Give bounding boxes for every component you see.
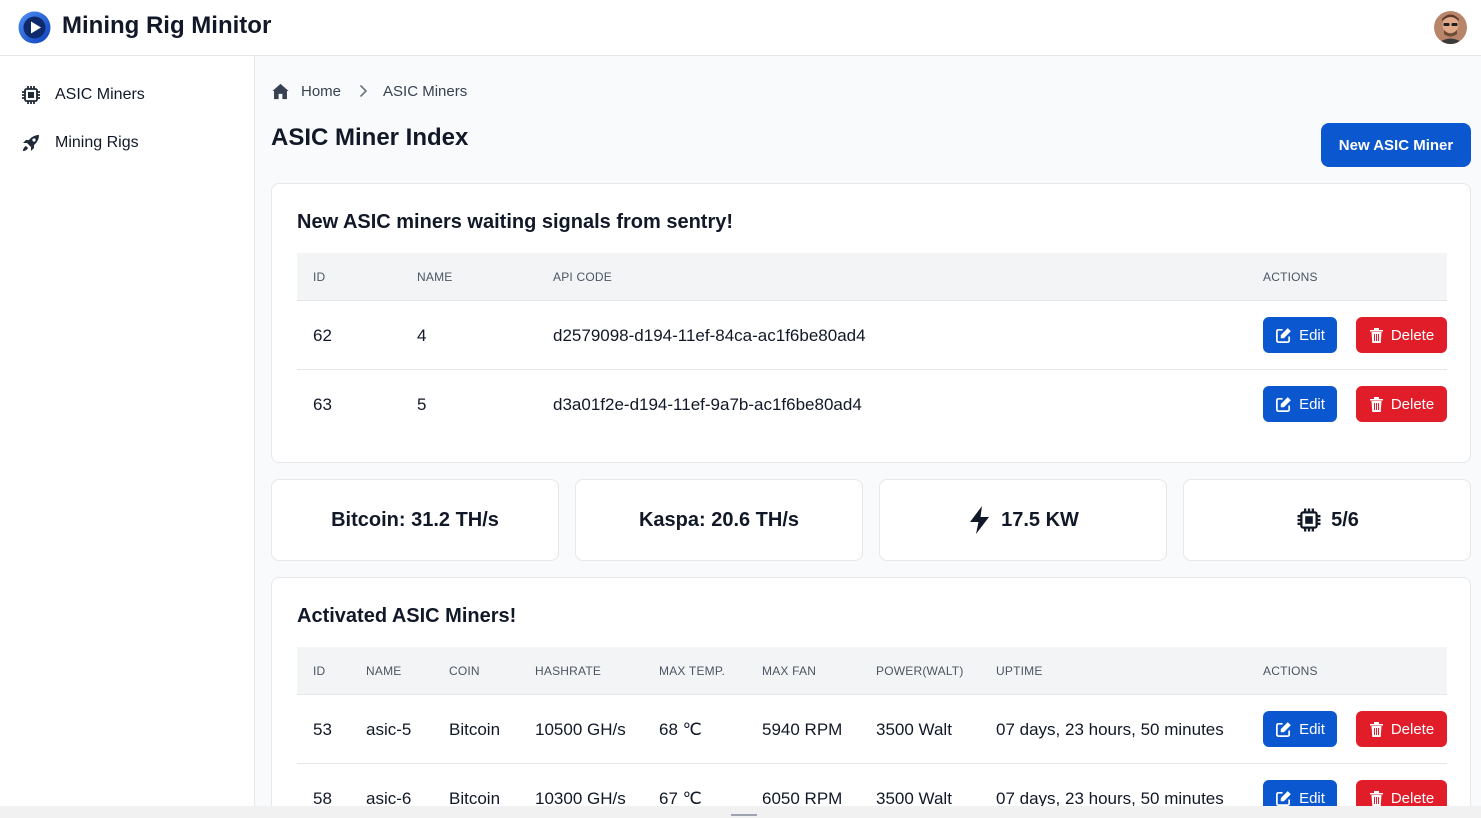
chip-icon	[20, 84, 42, 106]
table-header: ID NAME API CODE ACTIONS	[297, 253, 1447, 301]
delete-button-label: Delete	[1390, 789, 1435, 807]
new-asic-miner-button[interactable]: New ASIC Miner	[1321, 123, 1471, 167]
sidebar-item-asic-miners[interactable]: ASIC Miners	[0, 73, 254, 117]
cell-hashrate: 10500 GH/s	[535, 720, 626, 739]
delete-button[interactable]: Delete	[1356, 386, 1447, 422]
column-header: HASHRATE	[535, 664, 602, 678]
trash-icon	[1369, 721, 1383, 737]
sidebar-item-label: ASIC Miners	[55, 86, 145, 103]
user-avatar[interactable]	[1434, 11, 1467, 44]
pending-miners-title: New ASIC miners waiting signals from sen…	[297, 211, 734, 233]
cell-name: 4	[417, 326, 427, 345]
cell-coin: Bitcoin	[449, 720, 501, 739]
trash-icon	[1369, 790, 1383, 806]
table-row: 53 asic-5 Bitcoin 10500 GH/s 68 ℃ 5940 R…	[297, 695, 1447, 764]
cell-api-code: d2579098-d194-11ef-84ca-ac1f6be80ad4	[553, 326, 866, 345]
breadcrumb: Home ASIC Miners	[271, 80, 467, 102]
stat-bitcoin-hashrate: Bitcoin: 31.2 TH/s	[271, 479, 559, 561]
active-miners-card: Activated ASIC Miners! ID NAME COIN HASH…	[271, 577, 1471, 818]
cell-max-fan: 5940 RPM	[762, 720, 843, 739]
edit-button-label: Edit	[1299, 395, 1325, 413]
active-miners-title: Activated ASIC Miners!	[297, 605, 517, 627]
delete-button[interactable]: Delete	[1356, 317, 1447, 353]
horizontal-scrollbar[interactable]	[0, 806, 1481, 818]
cell-name: asic-5	[366, 720, 412, 739]
table-header: ID NAME COIN HASHRATE MAX TEMP. MAX FAN …	[297, 647, 1447, 695]
delete-button[interactable]: Delete	[1356, 711, 1447, 747]
column-header: COIN	[449, 664, 480, 678]
delete-button-label: Delete	[1390, 395, 1435, 413]
stat-value: 17.5 KW	[1001, 508, 1079, 531]
pending-miners-table: ID NAME API CODE ACTIONS 62 4 d2579098-d…	[297, 253, 1447, 443]
app-title: Mining Rig Minitor	[62, 12, 272, 39]
sidebar: ASIC Miners Mining Rigs	[0, 56, 255, 818]
edit-icon	[1276, 790, 1291, 806]
cell-uptime: 07 days, 23 hours, 50 minutes	[996, 720, 1224, 739]
edit-button[interactable]: Edit	[1263, 317, 1337, 353]
sidebar-item-mining-rigs[interactable]: Mining Rigs	[0, 121, 254, 165]
stat-power: 17.5 KW	[879, 479, 1167, 561]
edit-icon	[1276, 721, 1291, 737]
column-header: NAME	[366, 664, 402, 678]
edit-button[interactable]: Edit	[1263, 711, 1337, 747]
chevron-right-icon	[355, 83, 371, 99]
edit-button-label: Edit	[1299, 789, 1325, 807]
cell-power: 3500 Walt	[876, 720, 952, 739]
sidebar-item-label: Mining Rigs	[55, 134, 139, 151]
chip-icon	[1295, 506, 1323, 534]
stat-miners-online: 5/6	[1183, 479, 1471, 561]
table-row: 62 4 d2579098-d194-11ef-84ca-ac1f6be80ad…	[297, 301, 1447, 370]
cell-id: 53	[313, 720, 332, 739]
stat-kaspa-hashrate: Kaspa: 20.6 TH/s	[575, 479, 863, 561]
edit-button-label: Edit	[1299, 326, 1325, 344]
trash-icon	[1369, 396, 1383, 412]
stat-value: Bitcoin: 31.2 TH/s	[331, 508, 499, 531]
breadcrumb-home-link[interactable]: Home	[301, 83, 341, 100]
pending-miners-card: New ASIC miners waiting signals from sen…	[271, 183, 1471, 463]
delete-button-label: Delete	[1390, 720, 1435, 738]
column-header: ID	[313, 270, 326, 284]
column-header: POWER(WALT)	[876, 664, 964, 678]
home-icon	[271, 82, 290, 101]
edit-icon	[1276, 327, 1291, 343]
scrollbar-thumb[interactable]	[731, 814, 757, 816]
app-logo-icon[interactable]	[18, 11, 51, 44]
breadcrumb-current: ASIC Miners	[383, 82, 468, 100]
top-bar: Mining Rig Minitor	[0, 0, 1481, 56]
stat-value: Kaspa: 20.6 TH/s	[638, 508, 800, 531]
cell-max-temp: 68 ℃	[659, 720, 702, 739]
column-header: ACTIONS	[1263, 664, 1318, 678]
cell-id: 62	[313, 326, 332, 345]
cell-name: 5	[417, 395, 427, 414]
column-header: MAX TEMP.	[659, 664, 726, 678]
page-title: ASIC Miner Index	[271, 124, 469, 151]
cell-api-code: d3a01f2e-d194-11ef-9a7b-ac1f6be80ad4	[553, 395, 862, 414]
edit-icon	[1276, 396, 1291, 412]
edit-button[interactable]: Edit	[1263, 386, 1337, 422]
edit-button-label: Edit	[1299, 720, 1325, 738]
table-row: 63 5 d3a01f2e-d194-11ef-9a7b-ac1f6be80ad…	[297, 370, 1447, 439]
rocket-icon	[20, 132, 42, 154]
delete-button-label: Delete	[1390, 326, 1435, 344]
active-miners-table: ID NAME COIN HASHRATE MAX TEMP. MAX FAN …	[297, 647, 1447, 818]
cell-id: 63	[313, 395, 332, 414]
column-header: ACTIONS	[1263, 270, 1318, 284]
column-header: ID	[313, 664, 326, 678]
stat-value: 5/6	[1331, 508, 1359, 531]
column-header: UPTIME	[996, 664, 1043, 678]
column-header: NAME	[417, 270, 453, 284]
column-header: MAX FAN	[762, 664, 817, 678]
lightning-icon	[967, 505, 993, 535]
column-header: API CODE	[553, 270, 612, 284]
trash-icon	[1369, 327, 1383, 343]
